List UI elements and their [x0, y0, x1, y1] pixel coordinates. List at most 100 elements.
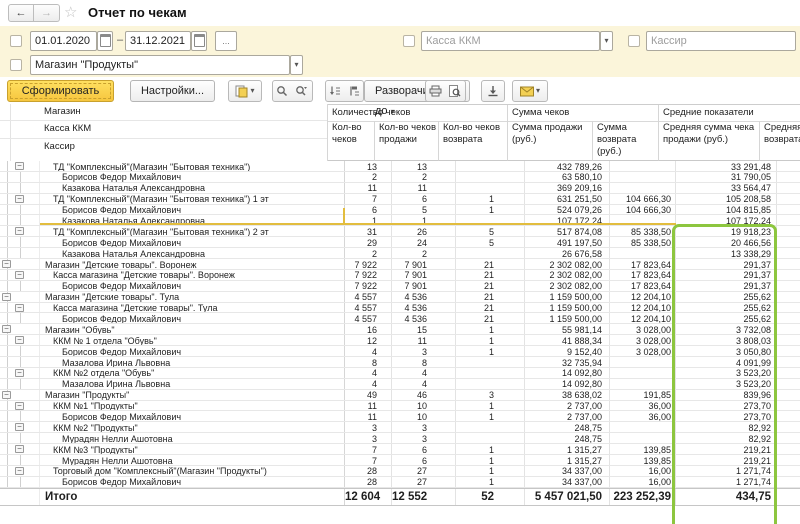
calendar-icon: [100, 34, 111, 47]
kassir-checkbox[interactable]: [628, 35, 640, 47]
store-dropdown-button[interactable]: ▾: [290, 55, 303, 75]
generate-button[interactable]: Сформировать: [7, 80, 114, 102]
table-row[interactable]: −ККМ №2 "Продукты"33248,7582,92: [0, 422, 800, 433]
period-more-button[interactable]: ...: [215, 31, 237, 51]
period-checkbox[interactable]: [10, 35, 22, 47]
kassir-input[interactable]: [646, 31, 796, 51]
store-input[interactable]: [30, 55, 290, 75]
tree-line: [7, 172, 8, 182]
value-cell: 1: [456, 455, 525, 465]
table-row[interactable]: −Касса магазина "Детские товары". Тула4 …: [0, 303, 800, 314]
table-row[interactable]: −Магазин "Обувь"1615155 981,143 028,003 …: [0, 324, 800, 335]
kassa-input[interactable]: [421, 31, 600, 51]
value-cell: 4: [392, 379, 456, 389]
forward-button[interactable]: →: [34, 4, 60, 22]
collapse-button[interactable]: −: [15, 195, 24, 203]
store-checkbox[interactable]: [10, 59, 22, 71]
kassa-checkbox[interactable]: [403, 35, 415, 47]
collapse-button[interactable]: −: [15, 369, 24, 377]
table-row[interactable]: Мазалова Ирина Львовна8832 735,944 091,9…: [0, 357, 800, 368]
column-header[interactable]: Кол-во чеков: [328, 121, 375, 161]
date-from-input[interactable]: [30, 31, 97, 51]
table-row[interactable]: −ККМ №1 "Продукты"111012 737,0036,00273,…: [0, 401, 800, 412]
collapse-button[interactable]: −: [15, 467, 24, 475]
report-variants-button[interactable]: ▾: [228, 80, 262, 102]
row-label-cell: ККМ №2 отдела "Обувь": [40, 368, 345, 378]
table-row[interactable]: Казакова Наталья Александровна2226 676,5…: [0, 248, 800, 259]
table-row[interactable]: Борисов Федор Михайлович111012 737,0036,…: [0, 411, 800, 422]
favorite-star-icon[interactable]: ☆: [64, 3, 77, 21]
table-row[interactable]: Борисов Федор Михайлович2263 580,1031 79…: [0, 172, 800, 183]
send-mail-button[interactable]: ▾: [512, 80, 548, 102]
row-label-cell: ТД "Комплексный"(Магазин "Бытовая техник…: [40, 226, 345, 236]
table-row[interactable]: Казакова Наталья Александровна11107 172,…: [0, 215, 800, 226]
date-from-calendar-button[interactable]: [97, 31, 113, 51]
table-row[interactable]: −ККМ №2 отдела "Обувь"4414 092,803 523,2…: [0, 368, 800, 379]
column-group-header[interactable]: Средние показатели: [659, 105, 800, 122]
back-button[interactable]: ←: [8, 4, 34, 22]
table-row[interactable]: −Торговый дом "Комплексный"(Магазин "Про…: [0, 466, 800, 477]
table-row[interactable]: −ТД "Комплексный"(Магазин "Бытовая техни…: [0, 161, 800, 172]
collapse-button[interactable]: −: [15, 304, 24, 312]
value-cell: 5: [456, 237, 525, 247]
tree-line: [7, 183, 8, 193]
collapse-button[interactable]: −: [2, 293, 11, 301]
date-to-calendar-button[interactable]: [191, 31, 207, 51]
print-preview-button[interactable]: [444, 80, 466, 102]
table-row[interactable]: −ТД "Комплексный"(Магазин "Бытовая техни…: [0, 194, 800, 205]
table-row[interactable]: Мазалова Ирина Львовна4414 092,803 523,2…: [0, 379, 800, 390]
table-row[interactable]: −Магазин "Детские товары". Тула4 5574 53…: [0, 292, 800, 303]
column-header[interactable]: Кол-во чеков возврата: [439, 121, 508, 161]
table-row[interactable]: −ККМ №3 "Продукты"7611 315,27139,85219,2…: [0, 444, 800, 455]
value-cell: 1 271,74: [676, 477, 777, 487]
column-header[interactable]: Сумма возврата (руб.): [593, 121, 659, 161]
column-header[interactable]: Кол-во чеков продажи: [375, 121, 439, 161]
collapse-button[interactable]: −: [2, 391, 11, 399]
print-button[interactable]: [425, 80, 445, 102]
save-button[interactable]: [481, 80, 505, 102]
table-row[interactable]: Казакова Наталья Александровна1111369 20…: [0, 183, 800, 194]
collapse-button[interactable]: −: [15, 227, 24, 235]
value-cell: [777, 215, 800, 225]
table-row[interactable]: Мурадян Нелли Ашотовна33248,7582,92: [0, 433, 800, 444]
collapse-button[interactable]: −: [15, 336, 24, 344]
table-row[interactable]: −Касса магазина "Детские товары". Вороне…: [0, 270, 800, 281]
column-header[interactable]: Сумма продажи (руб.): [508, 121, 593, 161]
column-group-header[interactable]: Сумма чеков: [508, 105, 659, 122]
table-row[interactable]: Мурадян Нелли Ашотовна7611 315,27139,852…: [0, 455, 800, 466]
value-cell: 273,70: [676, 401, 777, 411]
value-cell: 5: [392, 205, 456, 215]
collapse-button[interactable]: −: [15, 423, 24, 431]
collapse-button[interactable]: −: [15, 402, 24, 410]
column-header[interactable]: Средняя сумма чека возврата (руб.): [760, 121, 800, 161]
search-settings-button[interactable]: [291, 80, 313, 102]
table-row[interactable]: −Магазин "Детские товары". Воронеж7 9227…: [0, 259, 800, 270]
column-group-header[interactable]: Количество чеков: [328, 105, 508, 122]
collapse-button[interactable]: −: [15, 445, 24, 453]
value-cell: 46: [392, 390, 456, 400]
total-row[interactable]: Итого12 60412 552525 457 021,50223 252,3…: [0, 488, 800, 506]
collapse-levels-button[interactable]: [344, 80, 364, 102]
table-row[interactable]: Борисов Федор Михайлович7 9227 901212 30…: [0, 281, 800, 292]
column-header[interactable]: Средняя сумма чека продажи (руб.): [659, 121, 760, 161]
table-row[interactable]: Борисов Федор Михайлович4319 152,403 028…: [0, 346, 800, 357]
table-row[interactable]: −ККМ № 1 отдела "Обувь"1211141 888,343 0…: [0, 335, 800, 346]
kassa-dropdown-button[interactable]: ▾: [600, 31, 613, 51]
table-row[interactable]: Борисов Федор Михайлович2827134 337,0016…: [0, 477, 800, 488]
table-row[interactable]: Борисов Федор Михайлович651524 079,26104…: [0, 205, 800, 216]
collapse-button[interactable]: −: [15, 162, 24, 170]
collapse-button[interactable]: −: [2, 260, 11, 268]
collapse-button[interactable]: −: [2, 325, 11, 333]
table-row[interactable]: Борисов Федор Михайлович29245491 197,508…: [0, 237, 800, 248]
table-row[interactable]: −Магазин "Продукты"4946338 638,02191,858…: [0, 390, 800, 401]
settings-button[interactable]: Настройки...: [130, 80, 215, 102]
dim-header-store[interactable]: Магазин: [0, 104, 327, 121]
search-button[interactable]: [272, 80, 292, 102]
dim-header-kassa[interactable]: Касса ККМ: [0, 121, 327, 139]
expand-levels-button[interactable]: [325, 80, 345, 102]
collapse-button[interactable]: −: [15, 271, 24, 279]
table-row[interactable]: Борисов Федор Михайлович4 5574 536211 15…: [0, 313, 800, 324]
table-row[interactable]: − ТД "Комплексный"(Магазин "Бытовая техни…: [0, 226, 800, 237]
dim-header-kassir[interactable]: Кассир: [0, 139, 327, 161]
date-to-input[interactable]: [125, 31, 191, 51]
